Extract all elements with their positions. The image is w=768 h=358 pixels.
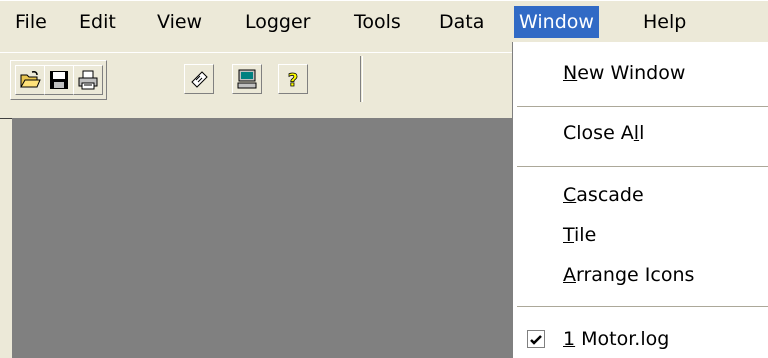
- computer-button[interactable]: [232, 64, 262, 94]
- menu-bar: File Edit View Logger Tools Data Window …: [0, 0, 768, 43]
- menu-item-arrange-icons[interactable]: Arrange Icons: [563, 260, 694, 290]
- menu-separator: [517, 166, 768, 167]
- menu-item-recent-window[interactable]: 1 Motor.log: [563, 324, 669, 354]
- print-icon: [78, 70, 98, 90]
- toolbar-file-group: [10, 60, 107, 100]
- toolbar: ?: [0, 52, 512, 107]
- window-menu-dropdown: New Window Close All Cascade Tile Arrang…: [512, 42, 768, 358]
- computer-icon: [237, 69, 257, 89]
- menu-help[interactable]: Help: [638, 6, 691, 38]
- menu-view[interactable]: View: [152, 6, 207, 38]
- menu-file[interactable]: File: [10, 6, 52, 38]
- print-button[interactable]: [73, 65, 103, 95]
- logger-icon: [191, 71, 208, 88]
- checkmark-icon: [527, 330, 545, 348]
- logger-button[interactable]: [184, 64, 214, 94]
- save-icon: [50, 71, 68, 89]
- menu-item-cascade[interactable]: Cascade: [563, 180, 644, 210]
- svg-text:?: ?: [288, 70, 298, 90]
- toolbar-separator: [360, 56, 363, 102]
- menu-data[interactable]: Data: [434, 6, 489, 38]
- menu-tools[interactable]: Tools: [349, 6, 406, 38]
- menu-window[interactable]: Window: [514, 6, 599, 38]
- save-button[interactable]: [44, 65, 74, 95]
- menu-separator: [517, 306, 768, 307]
- menu-logger[interactable]: Logger: [240, 6, 316, 38]
- help-icon: ?: [287, 70, 298, 90]
- menu-item-new-window[interactable]: New Window: [563, 58, 685, 88]
- open-button[interactable]: [15, 65, 45, 95]
- mdi-workspace[interactable]: [12, 118, 512, 358]
- menu-item-tile[interactable]: Tile: [563, 220, 596, 250]
- menu-edit[interactable]: Edit: [74, 6, 121, 38]
- open-icon: [20, 71, 41, 88]
- menu-item-close-all[interactable]: Close All: [563, 118, 644, 148]
- help-button[interactable]: ?: [278, 64, 308, 94]
- toolbar-tools-group: ?: [110, 60, 320, 98]
- menu-separator: [517, 106, 768, 107]
